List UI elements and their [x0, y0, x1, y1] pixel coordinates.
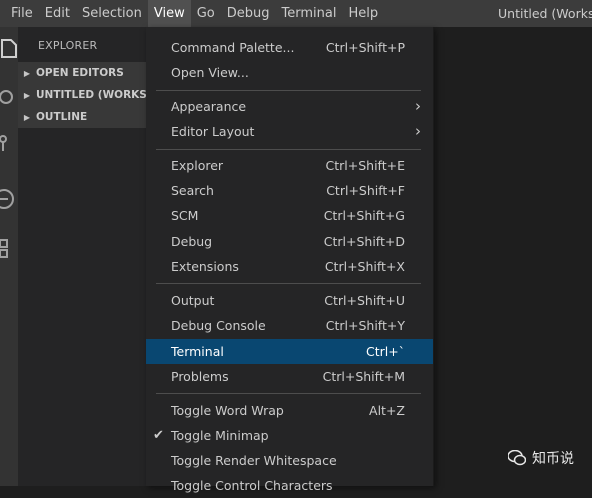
section-label: UNTITLED (WORKSPA: [36, 89, 146, 101]
menu-item-label: Debug: [171, 234, 213, 249]
menu-item-label: Editor Layout: [171, 124, 255, 139]
watermark-text: 知币说: [532, 451, 574, 467]
wechat-logo-icon: [507, 449, 527, 466]
window-title: Untitled (Workspa: [498, 6, 592, 21]
menu-item-debug[interactable]: Debug Ctrl+Shift+D: [146, 229, 433, 254]
menu-item-shortcut: Ctrl+Shift+Y: [325, 318, 405, 333]
menu-item-output[interactable]: Output Ctrl+Shift+U: [146, 288, 433, 313]
menu-item-terminal[interactable]: Terminal Ctrl+`: [146, 339, 433, 364]
menu-item-toggle-minimap[interactable]: ✔ Toggle Minimap: [146, 423, 433, 448]
extensions-icon[interactable]: [0, 237, 18, 266]
menu-item-open-view[interactable]: Open View...: [146, 60, 433, 85]
menu-view[interactable]: View: [147, 0, 191, 27]
menu-item-label: Toggle Word Wrap: [171, 403, 284, 418]
section-open-editors[interactable]: ▶ OPEN EDITORS: [18, 62, 146, 84]
files-icon[interactable]: [0, 37, 18, 64]
menu-item-label: Debug Console: [171, 318, 266, 333]
menu-item-label: Output: [171, 293, 215, 308]
menu-item-shortcut: Ctrl+Shift+D: [323, 234, 405, 249]
chevron-right-icon: ›: [415, 122, 421, 140]
side-bar: EXPLORER ▶ OPEN EDITORS ▶ UNTITLED (WORKSP…: [18, 27, 146, 486]
menu-item-label: SCM: [171, 208, 199, 223]
menu-separator: [156, 283, 421, 284]
menu-item-debug-console[interactable]: Debug Console Ctrl+Shift+Y: [146, 313, 433, 338]
menu-edit[interactable]: Edit: [39, 0, 76, 27]
menu-item-label: Extensions: [171, 259, 239, 274]
menu-help[interactable]: Help: [342, 0, 384, 27]
menu-bar: File Edit Selection View Go Debug Termin…: [0, 0, 592, 27]
menu-terminal[interactable]: Terminal: [276, 0, 343, 27]
menu-item-shortcut: Ctrl+Shift+E: [325, 158, 406, 173]
section-label: OUTLINE: [36, 111, 88, 123]
section-label: OPEN EDITORS: [36, 67, 124, 79]
menu-item-label: Explorer: [171, 158, 224, 173]
menu-item-label: Toggle Minimap: [171, 428, 269, 443]
menu-item-editor-layout[interactable]: Editor Layout ›: [146, 119, 433, 144]
chevron-right-icon: ›: [415, 97, 421, 115]
menu-separator: [156, 90, 421, 91]
section-workspace[interactable]: ▶ UNTITLED (WORKSPA: [18, 84, 146, 106]
menu-file[interactable]: File: [0, 0, 39, 27]
menu-item-explorer[interactable]: Explorer Ctrl+Shift+E: [146, 153, 433, 178]
search-icon[interactable]: [0, 87, 18, 114]
menu-separator: [156, 393, 421, 394]
menu-item-toggle-word-wrap[interactable]: Toggle Word Wrap Alt+Z: [146, 398, 433, 423]
sidebar-title: EXPLORER: [38, 39, 98, 52]
menu-item-label: Appearance: [171, 99, 247, 114]
menu-item-command-palette[interactable]: Command Palette... Ctrl+Shift+P: [146, 35, 433, 60]
menu-item-label: Search: [171, 183, 214, 198]
menu-item-problems[interactable]: Problems Ctrl+Shift+M: [146, 364, 433, 389]
menu-debug[interactable]: Debug: [221, 0, 276, 27]
chevron-right-icon: ▶: [23, 113, 31, 122]
menu-item-search[interactable]: Search Ctrl+Shift+F: [146, 178, 433, 203]
menu-item-toggle-render-whitespace[interactable]: Toggle Render Whitespace: [146, 448, 433, 473]
menu-item-shortcut: Ctrl+Shift+F: [326, 183, 405, 198]
menu-item-scm[interactable]: SCM Ctrl+Shift+G: [146, 203, 433, 228]
menu-item-label: Problems: [171, 369, 229, 384]
watermark: 知币说: [507, 448, 574, 468]
debug-icon[interactable]: [0, 187, 18, 216]
menu-item-shortcut: Alt+Z: [369, 403, 405, 418]
menu-go[interactable]: Go: [191, 0, 221, 27]
menu-item-label: Command Palette...: [171, 40, 295, 55]
menu-item-appearance[interactable]: Appearance ›: [146, 94, 433, 119]
menu-item-shortcut: Ctrl+Shift+G: [323, 208, 405, 223]
menu-item-extensions[interactable]: Extensions Ctrl+Shift+X: [146, 254, 433, 279]
menu-item-label: Toggle Render Whitespace: [171, 453, 337, 468]
menu-item-shortcut: Ctrl+Shift+M: [322, 369, 405, 384]
menu-item-shortcut: Ctrl+Shift+U: [324, 293, 405, 308]
menu-separator: [156, 149, 421, 150]
source-control-icon[interactable]: [0, 133, 18, 160]
menu-item-label: Open View...: [171, 65, 249, 80]
menu-item-shortcut: Ctrl+Shift+P: [325, 40, 405, 55]
chevron-right-icon: ▶: [23, 69, 31, 78]
activity-bar: [0, 27, 18, 486]
view-menu-dropdown: Command Palette... Ctrl+Shift+P Open Vie…: [146, 27, 434, 493]
menu-item-shortcut: Ctrl+Shift+X: [324, 259, 405, 274]
chevron-right-icon: ▶: [23, 91, 31, 100]
menu-selection[interactable]: Selection: [76, 0, 148, 27]
menu-item-label: Terminal: [171, 344, 224, 359]
checkmark-icon: ✔: [153, 428, 164, 443]
section-outline[interactable]: ▶ OUTLINE: [18, 106, 146, 128]
menu-item-shortcut: Ctrl+`: [366, 344, 405, 359]
